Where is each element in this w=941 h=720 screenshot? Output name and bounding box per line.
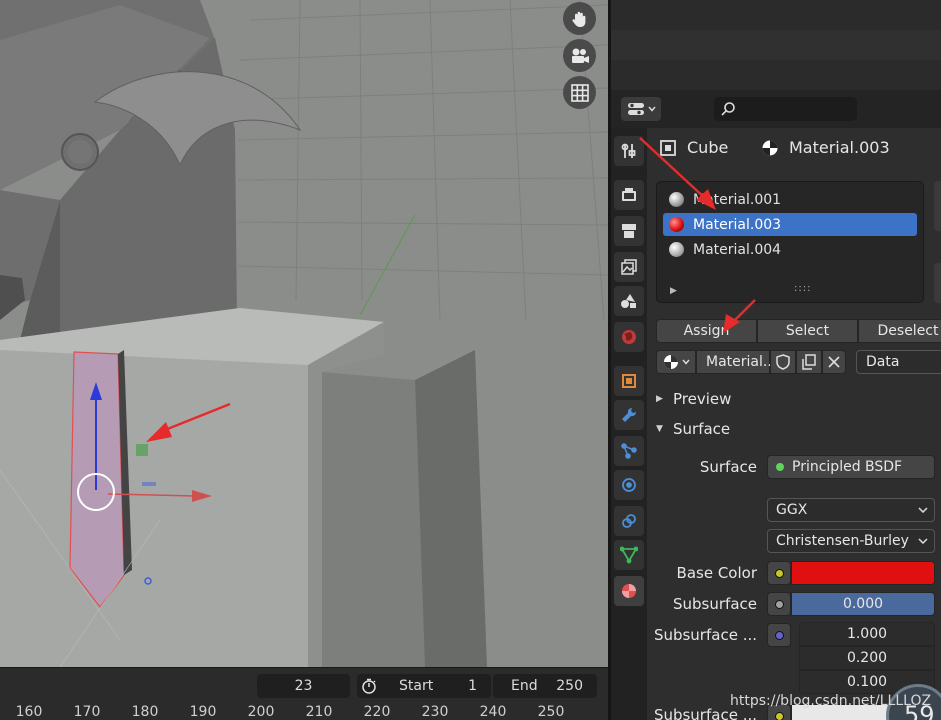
annotation-arrows — [639, 137, 756, 333]
watermark-text: https://blog.csdn.net/LLLLOZ — [730, 693, 932, 709]
